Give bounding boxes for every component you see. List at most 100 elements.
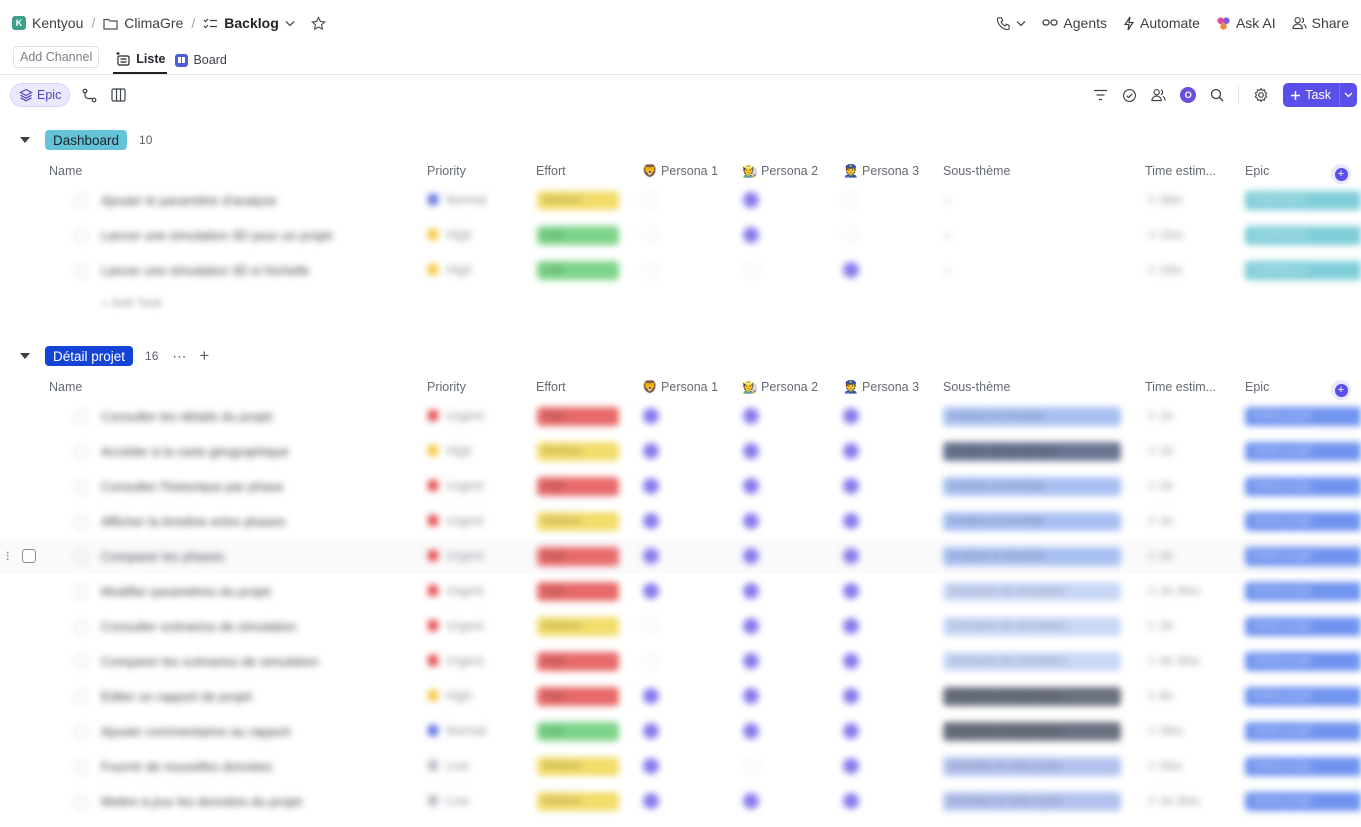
column-header-sous-theme[interactable]: Sous-thème (943, 380, 1010, 394)
add-column-button[interactable]: + (1331, 164, 1351, 184)
time-estimate[interactable]: ⏱ 2h (1147, 619, 1173, 634)
task-name[interactable]: Consulter l'historique par phase (101, 479, 283, 494)
task-name[interactable]: Consulter les détails du projet (101, 409, 272, 424)
time-estimate[interactable]: ⏱ 2h (1147, 479, 1173, 494)
persona-2-avatar[interactable] (743, 653, 759, 669)
task-options-caret[interactable] (1339, 83, 1357, 107)
status-circle-icon[interactable] (74, 264, 88, 278)
priority-value[interactable]: High (446, 444, 472, 458)
persona-2-avatar[interactable] (743, 618, 759, 634)
breadcrumb-workspace[interactable]: Kentyou (32, 15, 83, 31)
add-task-button[interactable]: Task (1283, 83, 1357, 107)
status-circle-icon[interactable] (74, 410, 88, 424)
persona-2-avatar[interactable] (743, 478, 759, 494)
persona-2-avatar[interactable] (743, 758, 759, 774)
table-row[interactable]: Comparer les scénarios de simulation Urge… (0, 644, 1361, 679)
time-estimate[interactable]: ⏱ 2h (1147, 549, 1173, 564)
persona-2-avatar[interactable] (743, 443, 759, 459)
ask-ai-button[interactable]: Ask AI (1216, 15, 1276, 31)
table-row[interactable]: Ajouter le paramètre d'analyse Normal Medi… (0, 183, 1361, 218)
priority-value[interactable]: Urgent (446, 409, 484, 423)
sous-theme-pill[interactable]: Scénarios de simulation (943, 652, 1121, 671)
table-row[interactable]: Lancer une simulation 3D pour un projet H… (0, 218, 1361, 253)
chevron-down-icon[interactable] (285, 20, 295, 27)
effort-pill[interactable]: High (537, 547, 619, 566)
column-header-persona2[interactable]: 🧑‍🌾 Persona 2 (742, 380, 818, 395)
epic-pill[interactable]: Détail projet (1245, 792, 1361, 811)
persona-3-avatar[interactable] (843, 723, 859, 739)
status-circle-icon[interactable] (74, 760, 88, 774)
status-circle-icon[interactable] (74, 194, 88, 208)
persona-1-avatar[interactable] (643, 758, 659, 774)
sous-theme-pill[interactable]: Rapports et exportation (943, 722, 1121, 741)
priority-value[interactable]: Normal (446, 193, 486, 207)
persona-2-avatar[interactable] (743, 192, 759, 208)
persona-3-avatar[interactable] (843, 408, 859, 424)
persona-3-avatar[interactable] (843, 688, 859, 704)
time-estimate[interactable]: ⏱ 15m (1147, 263, 1183, 278)
epic-pill[interactable]: Détail projet (1245, 722, 1361, 741)
table-row[interactable]: Modifier paramètres du projet Urgent High S… (0, 574, 1361, 609)
add-channel-button[interactable]: Add Channel (13, 46, 100, 68)
time-estimate[interactable]: ⏱ 30m (1147, 193, 1183, 208)
epic-pill[interactable]: Dashboard (1245, 191, 1361, 210)
task-name[interactable]: Consulter scénarios de simulation (101, 619, 296, 634)
column-header-persona3[interactable]: 👮 Persona 3 (843, 380, 919, 395)
task-name[interactable]: Ajouter le paramètre d'analyse (101, 193, 277, 208)
breadcrumb-folder[interactable]: ClimaGre (124, 15, 183, 31)
priority-value[interactable]: High (446, 689, 472, 703)
status-circle-icon[interactable] (74, 690, 88, 704)
task-name[interactable]: Ajouter commentaires au rapport (101, 724, 290, 739)
persona-1-avatar[interactable] (643, 262, 659, 278)
persona-2-avatar[interactable] (743, 793, 759, 809)
priority-value[interactable]: Urgent (446, 549, 484, 563)
priority-value[interactable]: Low (446, 759, 469, 773)
persona-3-avatar[interactable] (843, 262, 859, 278)
epic-pill[interactable]: Détail projet (1245, 547, 1361, 566)
sous-theme-empty[interactable] (943, 200, 951, 202)
time-estimate[interactable]: ⏱ 1h (1147, 409, 1173, 424)
column-header-epic[interactable]: Epic (1245, 380, 1269, 394)
persona-1-avatar[interactable] (643, 478, 659, 494)
epic-pill[interactable]: Détail projet (1245, 582, 1361, 601)
persona-3-avatar[interactable] (843, 653, 859, 669)
persona-1-avatar[interactable] (643, 192, 659, 208)
add-task-plus-icon[interactable]: + (199, 346, 209, 366)
sous-theme-pill[interactable]: Scénarios de simulation (943, 617, 1121, 636)
persona-1-avatar[interactable] (643, 723, 659, 739)
epic-pill[interactable]: Détail projet (1245, 407, 1361, 426)
table-row[interactable]: Consulter les détails du projet Urgent Hig… (0, 399, 1361, 434)
table-row[interactable]: Consulter scénarios de simulation Urgent M… (0, 609, 1361, 644)
sous-theme-empty[interactable] (943, 270, 951, 272)
epic-pill[interactable]: Détail projet (1245, 757, 1361, 776)
effort-pill[interactable]: Low (537, 261, 619, 280)
search-icon[interactable] (1210, 88, 1224, 102)
agents-button[interactable]: Agents (1042, 15, 1107, 31)
effort-pill[interactable]: Medium (537, 757, 619, 776)
task-name[interactable]: Comparer les phases (101, 549, 225, 564)
status-circle-icon[interactable] (74, 585, 88, 599)
task-name[interactable]: Accéder à la carte géographique (101, 444, 289, 459)
call-button[interactable] (996, 16, 1026, 31)
persona-3-avatar[interactable] (843, 583, 859, 599)
persona-1-avatar[interactable] (643, 408, 659, 424)
columns-icon[interactable] (111, 88, 126, 102)
filter-icon[interactable] (1093, 89, 1108, 101)
sous-theme-pill[interactable]: Données et mise à jour (943, 757, 1121, 776)
sous-theme-pill[interactable]: Rapports et exportation (943, 687, 1121, 706)
persona-3-avatar[interactable] (843, 478, 859, 494)
table-row[interactable]: Fournir de nouvelles données Low Medium Don… (0, 749, 1361, 784)
status-circle-icon[interactable] (74, 655, 88, 669)
effort-pill[interactable]: High (537, 477, 619, 496)
priority-value[interactable]: High (446, 228, 472, 242)
add-column-button[interactable]: + (1331, 380, 1351, 400)
group-by-epic-chip[interactable]: Epic (10, 83, 71, 107)
time-estimate[interactable]: ⏱ 15m (1147, 228, 1183, 243)
epic-pill[interactable]: Détail projet (1245, 442, 1361, 461)
table-row[interactable]: Afficher la timeline entre phases Urgent M… (0, 504, 1361, 539)
sous-theme-pill[interactable]: Analyse et résultats (943, 512, 1121, 531)
epic-pill[interactable]: Dashboard (1245, 261, 1361, 280)
persona-3-avatar[interactable] (843, 192, 859, 208)
time-estimate[interactable]: ⏱ 45m (1147, 759, 1183, 774)
status-circle-icon[interactable] (74, 795, 88, 809)
